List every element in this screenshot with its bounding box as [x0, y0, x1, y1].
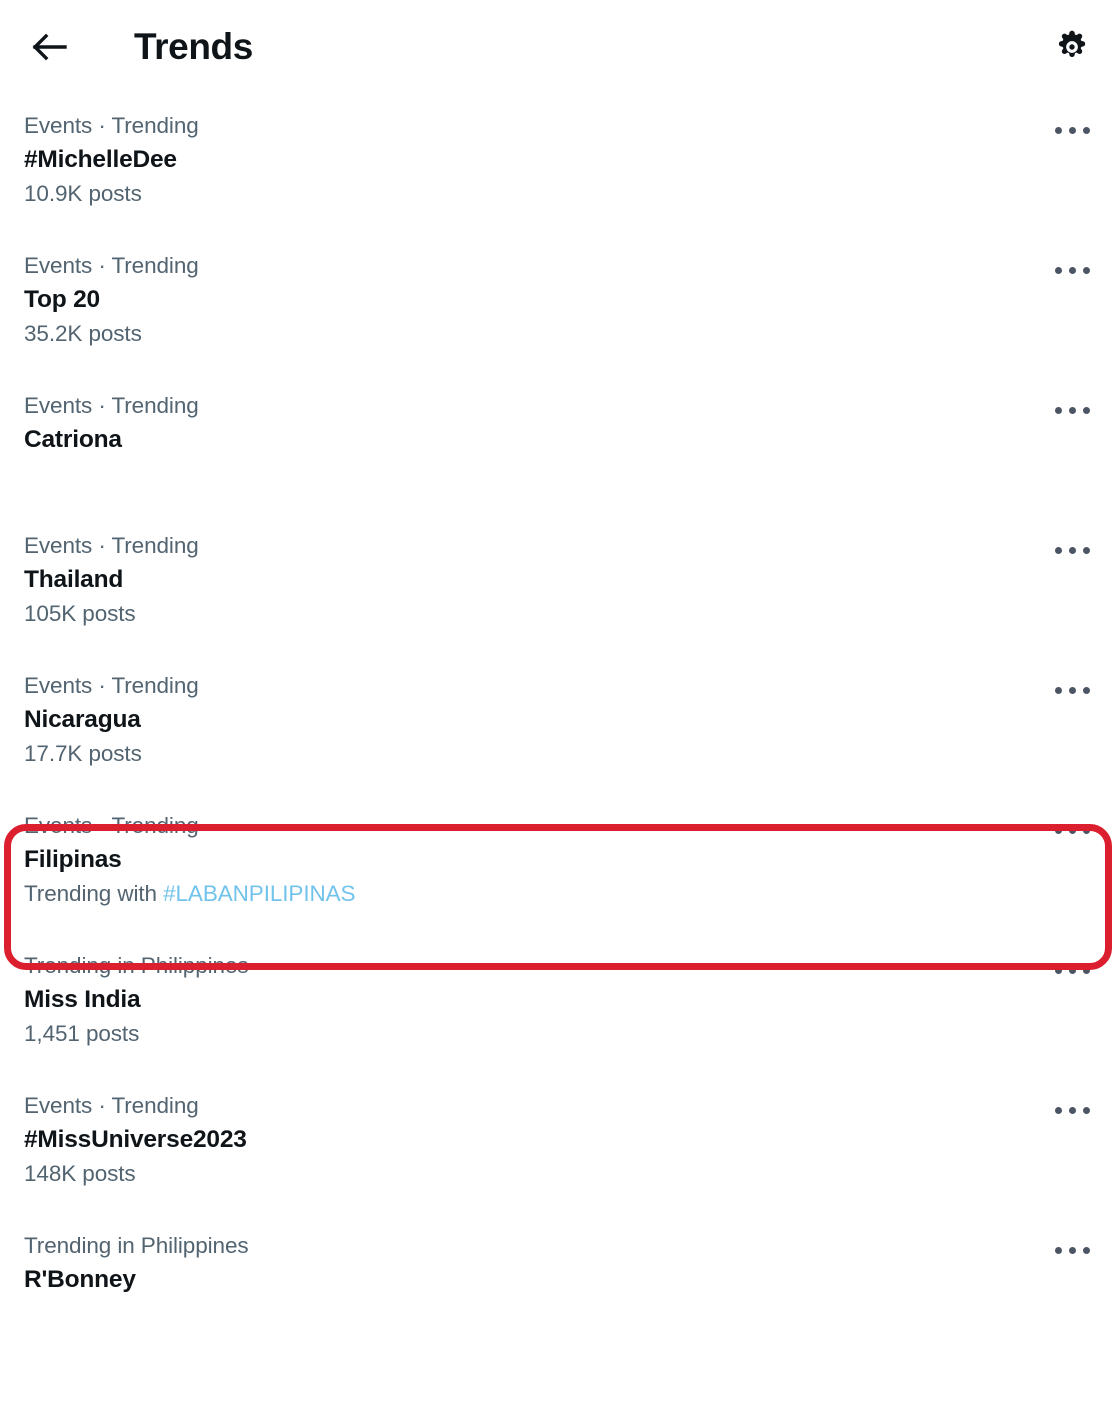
- more-horizontal-icon: [1051, 681, 1093, 699]
- back-button[interactable]: [24, 21, 76, 73]
- trend-item[interactable]: Events · Trending Top 20 35.2K posts: [0, 233, 1120, 373]
- page-header: Trends: [0, 0, 1120, 93]
- trend-name: Miss India: [24, 986, 141, 1013]
- trend-item[interactable]: Events · Trending Thailand 105K posts: [0, 513, 1120, 653]
- trend-category: Events · Trending: [24, 253, 199, 278]
- more-horizontal-icon: [1051, 401, 1093, 419]
- trend-meta: 105K posts: [24, 601, 136, 626]
- trend-meta: 10.9K posts: [24, 181, 142, 206]
- trend-meta-prefix: Trending with: [24, 881, 164, 906]
- trend-item[interactable]: Events · Trending #MichelleDee 10.9K pos…: [0, 93, 1120, 233]
- trend-more-button[interactable]: [1048, 393, 1096, 427]
- more-horizontal-icon: [1051, 541, 1093, 559]
- trends-list: Events · Trending #MichelleDee 10.9K pos…: [0, 93, 1120, 1353]
- trend-name: Catriona: [24, 426, 122, 453]
- trend-item[interactable]: Events · Trending Nicaragua 17.7K posts: [0, 653, 1120, 793]
- trend-item[interactable]: Trending in Philippines R'Bonney: [0, 1213, 1120, 1353]
- trend-name: Thailand: [24, 566, 124, 593]
- trend-more-button[interactable]: [1048, 953, 1096, 987]
- trend-category: Events · Trending: [24, 113, 199, 138]
- trend-more-button[interactable]: [1048, 673, 1096, 707]
- more-horizontal-icon: [1051, 961, 1093, 979]
- trend-category: Events · Trending: [24, 533, 199, 558]
- page-title: Trends: [134, 25, 253, 67]
- trend-name: #MissUniverse2023: [24, 1126, 247, 1153]
- trend-more-button[interactable]: [1048, 533, 1096, 567]
- more-horizontal-icon: [1051, 1101, 1093, 1119]
- trend-meta: 17.7K posts: [24, 741, 142, 766]
- trend-meta: Trending with #LABANPILIPINAS: [24, 879, 1096, 909]
- trend-name: R'Bonney: [24, 1266, 136, 1293]
- settings-button[interactable]: [1046, 21, 1098, 73]
- trend-meta: 35.2K posts: [24, 321, 142, 346]
- more-horizontal-icon: [1051, 121, 1093, 139]
- trend-item[interactable]: Events · Trending Catriona: [0, 373, 1120, 513]
- more-horizontal-icon: [1051, 261, 1093, 279]
- trend-more-button[interactable]: [1048, 1233, 1096, 1267]
- arrow-left-icon: [32, 32, 68, 62]
- trend-name: #MichelleDee: [24, 146, 177, 173]
- trend-more-button[interactable]: [1048, 253, 1096, 287]
- trend-more-button[interactable]: [1048, 813, 1096, 847]
- gear-icon: [1053, 28, 1091, 66]
- trend-name: Top 20: [24, 286, 100, 313]
- trend-category: Events · Trending: [24, 673, 199, 698]
- trend-name: Nicaragua: [24, 706, 141, 733]
- trend-category: Trending in Philippines: [24, 953, 249, 978]
- trend-associated-hashtag-link[interactable]: #LABANPILIPINAS: [163, 881, 355, 906]
- trend-meta: 1,451 posts: [24, 1021, 140, 1046]
- trend-item[interactable]: Events · Trending #MissUniverse2023 148K…: [0, 1073, 1120, 1213]
- trend-category: Trending in Philippines: [24, 1233, 249, 1258]
- trend-name: Filipinas: [24, 846, 122, 873]
- trend-category: Events · Trending: [24, 393, 199, 418]
- more-horizontal-icon: [1051, 821, 1093, 839]
- trend-item-highlighted[interactable]: Events · Trending Filipinas Trending wit…: [0, 793, 1120, 933]
- trend-meta: 148K posts: [24, 1161, 136, 1186]
- more-horizontal-icon: [1051, 1241, 1093, 1259]
- trend-more-button[interactable]: [1048, 113, 1096, 147]
- trend-category: Events · Trending: [24, 813, 199, 838]
- trend-category: Events · Trending: [24, 1093, 199, 1118]
- trend-item[interactable]: Trending in Philippines Miss India 1,451…: [0, 933, 1120, 1073]
- trend-more-button[interactable]: [1048, 1093, 1096, 1127]
